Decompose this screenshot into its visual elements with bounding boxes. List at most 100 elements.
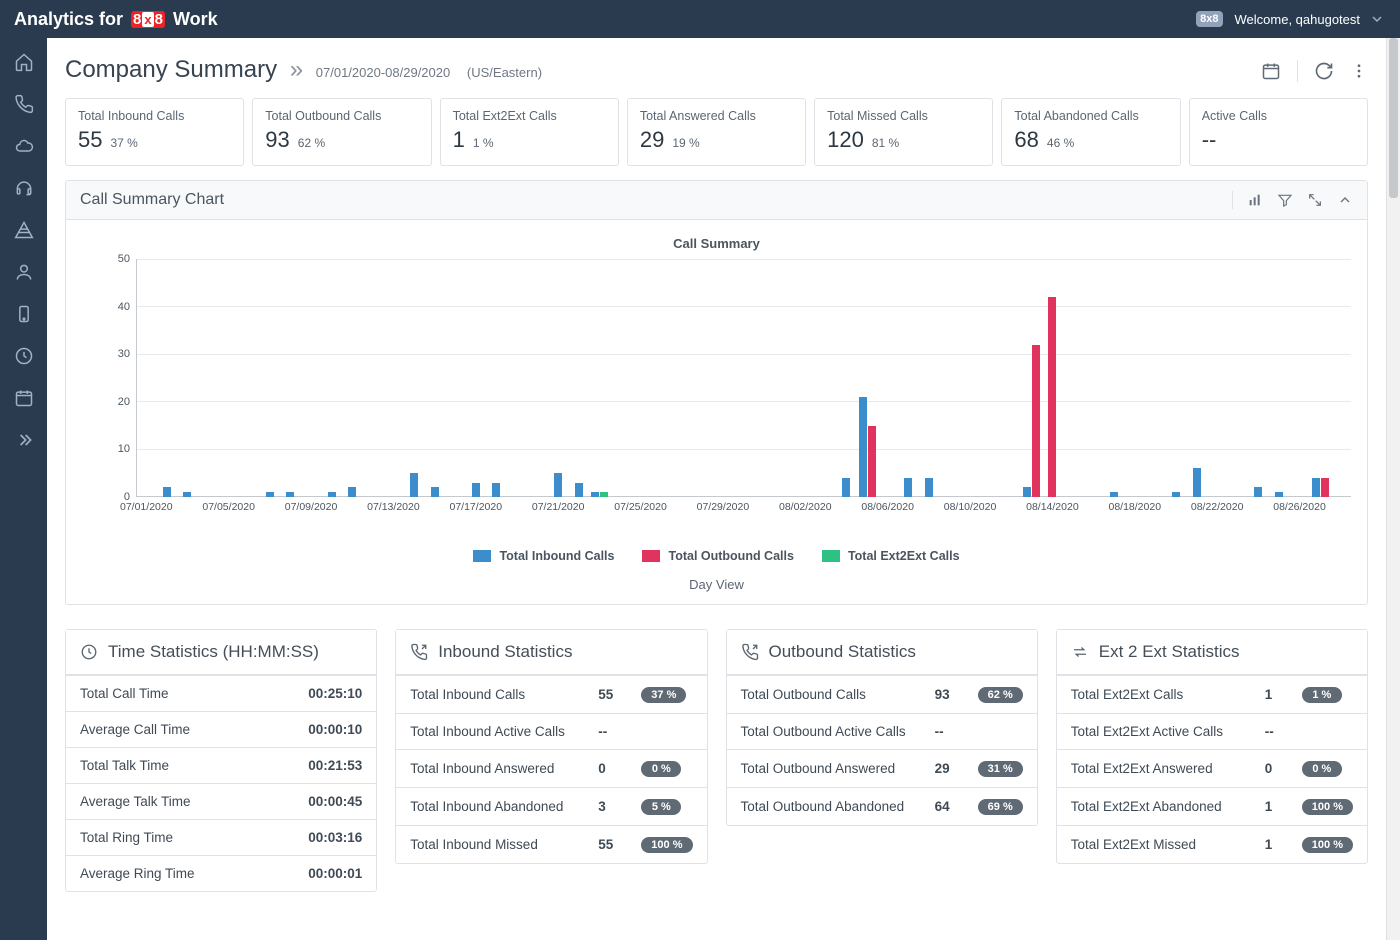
chart-day[interactable] [774,259,795,497]
chart-day[interactable] [857,259,878,497]
chart-bar[interactable] [1193,468,1201,497]
device-icon[interactable] [14,304,34,324]
chart-day[interactable] [568,259,589,497]
chart-day[interactable] [218,259,239,497]
chart-day[interactable] [301,259,322,497]
chart-bar[interactable] [163,487,171,497]
chart-day[interactable] [1269,259,1290,497]
chart-day[interactable] [1166,259,1187,497]
calendar-button-icon[interactable] [1261,61,1281,81]
chart-day[interactable] [836,259,857,497]
bar-chart-icon[interactable] [1247,192,1263,208]
chart-bar[interactable] [868,426,876,497]
chart-day[interactable] [177,259,198,497]
chart-day[interactable] [610,259,631,497]
chart-day[interactable] [589,259,610,497]
chart-day[interactable] [1248,259,1269,497]
fullscreen-icon[interactable] [1307,192,1323,208]
chart-day[interactable] [1186,259,1207,497]
metric-card[interactable]: Total Answered Calls 29 19 % [627,98,806,166]
chart-bar[interactable] [1032,345,1040,497]
chart-bar[interactable] [410,473,418,497]
metric-card[interactable]: Total Abandoned Calls 68 46 % [1001,98,1180,166]
chart-day[interactable] [816,259,837,497]
home-icon[interactable] [14,52,34,72]
more-menu-icon[interactable] [1350,62,1368,80]
chart-day[interactable] [733,259,754,497]
chart-day[interactable] [1289,259,1310,497]
chart-day[interactable] [466,259,487,497]
chart-day[interactable] [651,259,672,497]
expand-icon[interactable] [14,430,34,450]
chart-day[interactable] [1227,259,1248,497]
user-icon[interactable] [14,262,34,282]
metric-card[interactable]: Total Outbound Calls 93 62 % [252,98,431,166]
chart-bar[interactable] [904,478,912,497]
chart-day[interactable] [280,259,301,497]
chart-day[interactable] [754,259,775,497]
chart-day[interactable] [1207,259,1228,497]
chart-day[interactable] [1145,259,1166,497]
collapse-icon[interactable] [1337,192,1353,208]
chart-day[interactable] [239,259,260,497]
chart-day[interactable] [692,259,713,497]
metric-card[interactable]: Total Inbound Calls 55 37 % [65,98,244,166]
chart-day[interactable] [157,259,178,497]
chart-bar[interactable] [348,487,356,497]
metric-card[interactable]: Active Calls -- [1189,98,1368,166]
chart-day[interactable] [1042,259,1063,497]
chart-bar[interactable] [1254,487,1262,497]
chart-day[interactable] [1125,259,1146,497]
pyramid-icon[interactable] [14,220,34,240]
cloud-icon[interactable] [14,136,34,156]
chart-day[interactable] [960,259,981,497]
chart-day[interactable] [795,259,816,497]
chart-day[interactable] [527,259,548,497]
legend-ext2ext[interactable]: Total Ext2Ext Calls [822,549,960,563]
chart-bar[interactable] [859,397,867,497]
chart-day[interactable] [1104,259,1125,497]
chart-day[interactable] [136,259,157,497]
chart-bar[interactable] [1023,487,1031,497]
metric-card[interactable]: Total Ext2Ext Calls 1 1 % [440,98,619,166]
legend-outbound[interactable]: Total Outbound Calls [642,549,793,563]
chart-bar[interactable] [1321,478,1329,497]
chart-day[interactable] [713,259,734,497]
chart-day[interactable] [939,259,960,497]
calendar-icon[interactable] [14,388,34,408]
chart-day[interactable] [1330,259,1351,497]
refresh-icon[interactable] [1314,61,1334,81]
chart-day[interactable] [404,259,425,497]
chart-day[interactable] [507,259,528,497]
chart-day[interactable] [1310,259,1331,497]
chart-day[interactable] [445,259,466,497]
chart-day[interactable] [363,259,384,497]
chart-day[interactable] [630,259,651,497]
chart-day[interactable] [321,259,342,497]
chart-day[interactable] [383,259,404,497]
chart-day[interactable] [198,259,219,497]
chart-day[interactable] [671,259,692,497]
chart-day[interactable] [342,259,363,497]
chart-day[interactable] [919,259,940,497]
chart-bar[interactable] [431,487,439,497]
chart-day[interactable] [486,259,507,497]
chart-day[interactable] [980,259,1001,497]
chart-day[interactable] [877,259,898,497]
chart-bar[interactable] [1312,478,1320,497]
phone-icon[interactable] [14,94,34,114]
chart-bar[interactable] [925,478,933,497]
chart-day[interactable] [1001,259,1022,497]
chart-day[interactable] [548,259,569,497]
metric-card[interactable]: Total Missed Calls 120 81 % [814,98,993,166]
filter-icon[interactable] [1277,192,1293,208]
clock-icon[interactable] [14,346,34,366]
scrollbar[interactable] [1386,38,1400,940]
chart-bar[interactable] [575,483,583,497]
chart-bar[interactable] [472,483,480,497]
scrollbar-thumb[interactable] [1389,38,1398,198]
chart-day[interactable] [1063,259,1084,497]
headset-icon[interactable] [14,178,34,198]
chart-day[interactable] [1022,259,1043,497]
chart-bar[interactable] [492,483,500,497]
